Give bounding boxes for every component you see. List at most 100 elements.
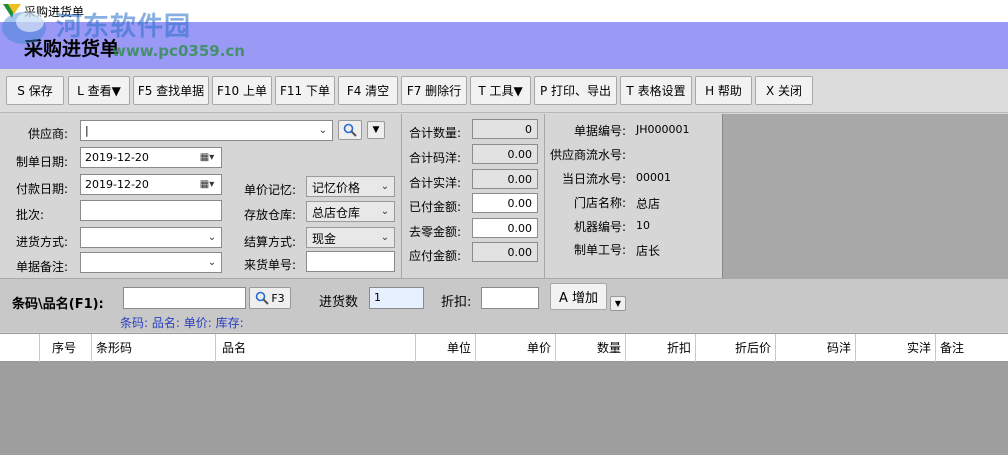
pay-date-value: 2019-12-20 (85, 178, 149, 191)
search-icon (256, 291, 270, 305)
payable-amount-label: 应付金额: (409, 249, 462, 263)
paid-amount-input[interactable]: 0.00 (472, 193, 538, 213)
column-header[interactable]: 单位 (416, 334, 476, 362)
chevron-down-icon[interactable]: ⌄ (378, 179, 392, 194)
item-table-header: 序号 条形码 品名 单位 单价 数量 折扣 折后价 码洋 实洋 备注 (0, 333, 1008, 362)
price-memory-label: 单价记忆: (244, 183, 297, 197)
batch-input[interactable] (80, 200, 222, 221)
warehouse-value: 总店仓库 (312, 206, 361, 220)
watermark-logo-icon (2, 12, 46, 44)
search-icon (343, 123, 357, 137)
discount-input[interactable] (481, 287, 539, 309)
find-document-button[interactable]: F5 查找单据 (133, 76, 209, 105)
operator-label: 制单工号: (574, 243, 627, 257)
item-hint-text: 条码: 品名: 单价: 库存: (120, 316, 244, 330)
column-header[interactable]: 备注 (936, 334, 1008, 362)
previous-document-button[interactable]: F10 上单 (212, 76, 272, 105)
machine-no-value: 10 (636, 219, 650, 232)
divider (401, 114, 402, 278)
barcode-search-button[interactable]: F3 (249, 287, 291, 309)
chevron-down-icon[interactable]: ⌄ (316, 123, 330, 138)
delete-row-button[interactable]: F7 删除行 (401, 76, 467, 105)
supplier-combo[interactable]: | ⌄ (80, 120, 333, 141)
settle-select[interactable]: 现金 ⌄ (306, 227, 395, 248)
supplier-serial-label: 供应商流水号: (550, 148, 627, 162)
remark-select[interactable]: ⌄ (80, 252, 222, 273)
remark-label: 单据备注: (16, 260, 69, 274)
add-options-button[interactable]: ▼ (610, 296, 626, 311)
add-item-button[interactable]: A 增加 (550, 283, 607, 310)
price-memory-select[interactable]: 记忆价格 ⌄ (306, 176, 395, 197)
warehouse-select[interactable]: 总店仓库 ⌄ (306, 201, 395, 222)
close-button[interactable]: X 关闭 (755, 76, 813, 105)
chevron-down-icon[interactable]: ⌄ (205, 230, 219, 245)
chevron-down-icon[interactable]: ⌄ (205, 255, 219, 270)
purchase-method-select[interactable]: ⌄ (80, 227, 222, 248)
doc-no-label: 单据编号: (574, 124, 627, 138)
calendar-icon[interactable]: ▦▾ (195, 150, 219, 165)
table-settings-button[interactable]: T 表格设置 (620, 76, 692, 105)
create-date-picker[interactable]: 2019-12-20 ▦▾ (80, 147, 222, 168)
pay-date-label: 付款日期: (16, 182, 69, 196)
document-form: 供应商: | ⌄ ▼ 制单日期: 2019-12-20 ▦▾ 付款日期: 201… (0, 114, 1008, 278)
column-header[interactable]: 折后价 (696, 334, 776, 362)
payable-amount-value: 0.00 (472, 242, 538, 262)
item-table-body[interactable] (0, 362, 1008, 455)
operator-value: 店长 (636, 244, 661, 258)
divider (544, 114, 545, 278)
chevron-down-icon[interactable]: ⌄ (378, 230, 392, 245)
row-indicator-column (0, 334, 40, 362)
incoming-no-input[interactable] (306, 251, 395, 272)
rounding-amount-label: 去零金额: (409, 225, 462, 239)
doc-no-value: JH000001 (636, 123, 690, 136)
view-menu-button[interactable]: L 查看▼ (68, 76, 130, 105)
total-qty-value: 0 (472, 119, 538, 139)
next-document-button[interactable]: F11 下单 (275, 76, 335, 105)
print-export-button[interactable]: P 打印、导出 (534, 76, 617, 105)
barcode-input[interactable] (123, 287, 246, 309)
column-header[interactable]: 折扣 (626, 334, 696, 362)
total-qty-label: 合计数量: (409, 126, 462, 140)
rounding-amount-input[interactable]: 0.00 (472, 218, 538, 238)
supplier-search-button[interactable] (338, 120, 362, 140)
supplier-label: 供应商: (28, 127, 69, 141)
warehouse-label: 存放仓库: (244, 208, 297, 222)
incoming-no-label: 来货单号: (244, 258, 297, 272)
day-serial-label: 当日流水号: (562, 172, 627, 186)
barcode-entry-bar: 条码\品名(F1): F3 进货数 1 折扣: A 增加 ▼ 条码: 品名: 单… (0, 278, 1008, 332)
watermark-text: 河东软件园 (56, 12, 192, 42)
total-code-amount-value: 0.00 (472, 144, 538, 164)
tools-menu-button[interactable]: T 工具▼ (470, 76, 531, 105)
column-header[interactable]: 条形码 (92, 334, 216, 362)
clear-button[interactable]: F4 清空 (338, 76, 398, 105)
column-header[interactable]: 序号 (40, 334, 92, 362)
price-memory-value: 记忆价格 (312, 181, 361, 195)
qty-label: 进货数 (319, 295, 359, 310)
column-header[interactable]: 码洋 (776, 334, 856, 362)
supplier-value: | (85, 124, 89, 137)
total-code-amount-label: 合计码洋: (409, 151, 462, 165)
total-real-amount-label: 合计实洋: (409, 176, 462, 190)
chevron-down-icon[interactable]: ⌄ (378, 204, 392, 219)
batch-label: 批次: (16, 208, 45, 222)
column-header[interactable]: 单价 (476, 334, 556, 362)
total-real-amount-value: 0.00 (472, 169, 538, 189)
f3-label: F3 (271, 291, 285, 305)
pay-date-picker[interactable]: 2019-12-20 ▦▾ (80, 174, 222, 195)
qty-input[interactable]: 1 (369, 287, 424, 309)
calendar-icon[interactable]: ▦▾ (195, 177, 219, 192)
paid-amount-label: 已付金额: (409, 200, 462, 214)
settle-label: 结算方式: (244, 235, 297, 249)
save-button[interactable]: S 保存 (6, 76, 64, 105)
column-header[interactable]: 品名 (216, 334, 416, 362)
discount-label: 折扣: (441, 295, 472, 310)
side-image-panel (722, 114, 1008, 278)
settle-value: 现金 (312, 232, 337, 246)
column-header[interactable]: 数量 (556, 334, 626, 362)
help-button[interactable]: H 帮助 (695, 76, 752, 105)
supplier-options-button[interactable]: ▼ (367, 121, 385, 139)
column-header[interactable]: 实洋 (856, 334, 936, 362)
toolbar: S 保存 L 查看▼ F5 查找单据 F10 上单 F11 下单 F4 清空 F… (0, 69, 1008, 113)
day-serial-value: 00001 (636, 171, 671, 184)
store-name-value: 总店 (636, 197, 661, 211)
